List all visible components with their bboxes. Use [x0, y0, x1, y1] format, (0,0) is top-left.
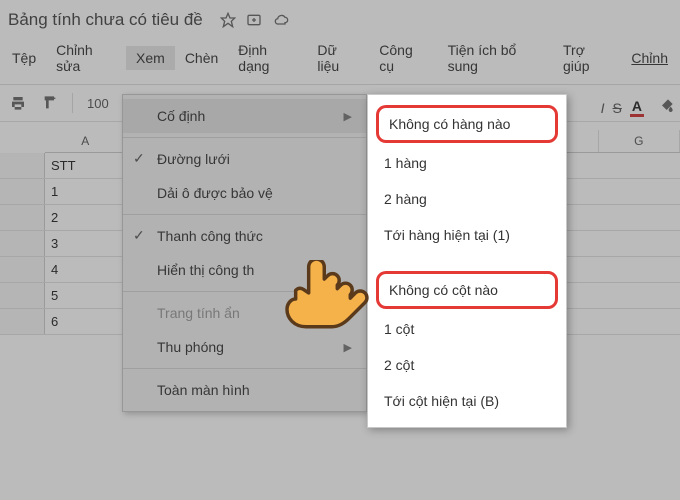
italic-button[interactable]: I — [601, 100, 605, 116]
menu-item-label: Toàn màn hình — [157, 382, 250, 398]
menu-item-label: Hiển thị công th — [157, 262, 254, 278]
menu-item-label: Thu phóng — [157, 339, 224, 355]
pointing-hand-icon — [282, 260, 370, 338]
submenu-item-no-rows[interactable]: Không có hàng nào — [376, 105, 558, 143]
view-menu-panel: Cố định ▶ ✓ Đường lưới Dải ô được bảo vệ… — [122, 94, 367, 412]
textcolor-button[interactable]: A — [630, 98, 644, 117]
freeze-submenu: Không có hàng nào 1 hàng 2 hàng Tới hàng… — [367, 94, 567, 428]
row-header[interactable] — [0, 153, 45, 178]
toolbar-format-group: I S A — [601, 98, 680, 117]
menu-item-label: Thanh công thức — [157, 228, 263, 244]
menu-item-fullscreen[interactable]: Toàn màn hình — [123, 373, 366, 407]
submenu-item-up-to-col[interactable]: Tới cột hiện tại (B) — [368, 383, 566, 419]
submenu-item-up-to-row[interactable]: Tới hàng hiện tại (1) — [368, 217, 566, 253]
menu-item-label: Dải ô được bảo vệ — [157, 185, 273, 201]
menu-item-protected[interactable]: Dải ô được bảo vệ — [123, 176, 366, 210]
submenu-item-two-rows[interactable]: 2 hàng — [368, 181, 566, 217]
strike-button[interactable]: S — [613, 100, 622, 116]
submenu-gap — [368, 253, 566, 269]
submenu-label: 2 hàng — [384, 191, 427, 207]
submenu-item-one-row[interactable]: 1 hàng — [368, 145, 566, 181]
submenu-label: 2 cột — [384, 357, 414, 373]
check-icon: ✓ — [133, 227, 145, 244]
submenu-label: Tới cột hiện tại (B) — [384, 393, 499, 409]
row-header[interactable] — [0, 179, 45, 204]
submenu-label: Không có cột nào — [389, 282, 498, 298]
menu-item-label: Cố định — [157, 108, 205, 124]
check-icon: ✓ — [133, 150, 145, 167]
menu-item-gridlines[interactable]: ✓ Đường lưới — [123, 142, 366, 176]
submenu-item-two-cols[interactable]: 2 cột — [368, 347, 566, 383]
row-header[interactable] — [0, 257, 45, 282]
row-header[interactable] — [0, 231, 45, 256]
submenu-label: Tới hàng hiện tại (1) — [384, 227, 510, 243]
chevron-right-icon: ▶ — [344, 341, 352, 354]
row-header[interactable] — [0, 309, 45, 334]
menu-divider — [123, 368, 366, 369]
menu-item-freeze[interactable]: Cố định ▶ — [123, 99, 366, 133]
menu-divider — [123, 214, 366, 215]
submenu-item-no-cols[interactable]: Không có cột nào — [376, 271, 558, 309]
chevron-right-icon: ▶ — [344, 110, 352, 123]
menu-item-label: Đường lưới — [157, 151, 230, 167]
fill-icon[interactable] — [660, 98, 676, 117]
submenu-label: 1 hàng — [384, 155, 427, 171]
row-header[interactable] — [0, 283, 45, 308]
col-header-a[interactable]: A — [45, 130, 127, 152]
row-header[interactable] — [0, 205, 45, 230]
menu-item-label: Trang tính ẩn — [157, 305, 240, 321]
submenu-label: Không có hàng nào — [389, 116, 510, 132]
col-header-g[interactable]: G — [599, 130, 680, 152]
submenu-item-one-col[interactable]: 1 cột — [368, 311, 566, 347]
menu-item-formula-bar[interactable]: ✓ Thanh công thức — [123, 219, 366, 253]
menu-divider — [123, 137, 366, 138]
submenu-label: 1 cột — [384, 321, 414, 337]
